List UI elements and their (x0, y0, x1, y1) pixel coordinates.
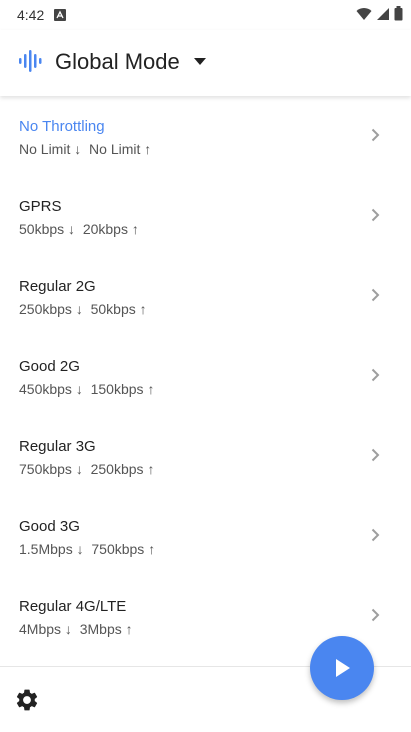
sound-wave-icon (19, 50, 45, 77)
upload-arrow: ↑ (144, 141, 152, 157)
chevron-right-icon (371, 528, 380, 547)
profile-name: Regular 2G (19, 278, 96, 295)
app-bar: Global Mode (0, 30, 411, 96)
app-notification-icon (54, 8, 66, 26)
upload-arrow: ↑ (131, 221, 139, 237)
gear-icon[interactable] (14, 687, 40, 718)
download-arrow: ↓ (75, 301, 83, 317)
profile-item-regular-3g[interactable]: Regular 3G 750kbps ↓ 250kbps ↑ (0, 438, 411, 518)
upload-arrow: ↑ (139, 301, 147, 317)
profile-name: Good 2G (19, 358, 80, 375)
download-arrow: ↓ (75, 381, 83, 397)
upload-speed: 20kbps (82, 221, 128, 237)
play-button[interactable] (310, 636, 374, 700)
download-speed: No Limit (19, 141, 71, 157)
profile-item-gprs[interactable]: GPRS 50kbps ↓ 20kbps ↑ (0, 198, 411, 278)
profile-speeds: 4Mbps ↓ 3Mbps ↑ (19, 621, 133, 637)
profile-name: Regular 3G (19, 438, 96, 455)
profile-speeds: 1.5Mbps ↓ 750kbps ↑ (19, 541, 155, 557)
upload-speed: No Limit (89, 141, 141, 157)
chevron-right-icon (371, 208, 380, 227)
download-speed: 750kbps (19, 461, 72, 477)
battery-icon (394, 6, 403, 26)
profile-item-no-throttling[interactable]: No Throttling No Limit ↓ No Limit ↑ (0, 118, 411, 198)
upload-arrow: ↑ (147, 461, 155, 477)
profile-speeds: 450kbps ↓ 150kbps ↑ (19, 381, 154, 397)
profile-name: No Throttling (19, 118, 105, 135)
upload-arrow: ↑ (148, 541, 156, 557)
upload-speed: 150kbps (90, 381, 144, 397)
upload-speed: 3Mbps (79, 621, 122, 637)
chevron-right-icon (371, 368, 380, 387)
status-bar: 4:42 (0, 0, 411, 30)
caret-down-icon (194, 58, 206, 65)
wifi-icon (356, 7, 372, 26)
chevron-right-icon (371, 448, 380, 467)
profile-name: GPRS (19, 198, 62, 215)
download-arrow: ↓ (74, 141, 82, 157)
upload-speed: 250kbps (90, 461, 144, 477)
download-speed: 250kbps (19, 301, 72, 317)
upload-arrow: ↑ (125, 621, 133, 637)
download-speed: 4Mbps (19, 621, 62, 637)
mode-dropdown[interactable]: Global Mode (55, 40, 220, 84)
download-arrow: ↓ (64, 621, 72, 637)
download-speed: 1.5Mbps (19, 541, 73, 557)
signal-icon (376, 7, 390, 26)
download-arrow: ↓ (76, 541, 84, 557)
chevron-right-icon (371, 608, 380, 627)
profile-item-good-2g[interactable]: Good 2G 450kbps ↓ 150kbps ↑ (0, 358, 411, 438)
download-arrow: ↓ (75, 461, 83, 477)
mode-title: Global Mode (55, 49, 180, 74)
download-arrow: ↓ (68, 221, 76, 237)
profile-speeds: 750kbps ↓ 250kbps ↑ (19, 461, 154, 477)
profile-speeds: No Limit ↓ No Limit ↑ (19, 141, 151, 157)
profile-list: No Throttling No Limit ↓ No Limit ↑ GPRS… (0, 96, 411, 666)
status-time: 4:42 (17, 7, 45, 23)
profile-name: Regular 4G/LTE (19, 598, 127, 615)
status-icons (356, 6, 403, 26)
chevron-right-icon (371, 288, 380, 307)
download-speed: 450kbps (19, 381, 72, 397)
chevron-right-icon (371, 128, 380, 147)
upload-speed: 750kbps (91, 541, 145, 557)
profile-item-good-3g[interactable]: Good 3G 1.5Mbps ↓ 750kbps ↑ (0, 518, 411, 598)
play-icon (336, 659, 350, 677)
profile-name: Good 3G (19, 518, 80, 535)
upload-speed: 50kbps (90, 301, 136, 317)
profile-item-regular-2g[interactable]: Regular 2G 250kbps ↓ 50kbps ↑ (0, 278, 411, 358)
profile-speeds: 50kbps ↓ 20kbps ↑ (19, 221, 139, 237)
profile-speeds: 250kbps ↓ 50kbps ↑ (19, 301, 147, 317)
download-speed: 50kbps (19, 221, 65, 237)
upload-arrow: ↑ (147, 381, 155, 397)
